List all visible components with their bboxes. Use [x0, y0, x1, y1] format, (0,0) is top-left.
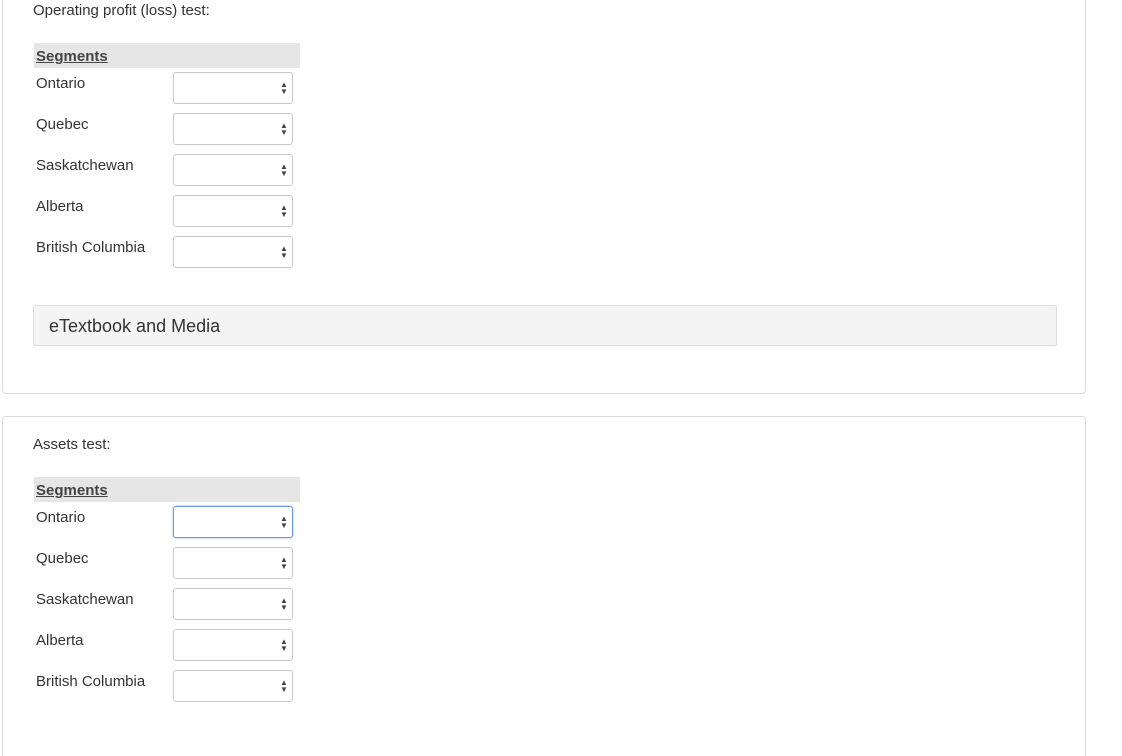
up-down-caret-icon: ▲ ▼ — [280, 678, 288, 694]
segment-select-ontario[interactable]: ▲ ▼ — [173, 72, 293, 104]
up-down-caret-icon: ▲ ▼ — [280, 596, 288, 612]
up-down-caret-icon: ▲ ▼ — [280, 121, 288, 137]
segment-label: Alberta — [36, 198, 84, 215]
assets-segments-table: Segments Ontario ▲ ▼ Quebec ▲ ▼ Saskatchew… — [34, 477, 300, 707]
segment-row-british-columbia: British Columbia ▲ ▼ — [34, 666, 300, 707]
segment-row-quebec: Quebec ▲ ▼ — [34, 109, 300, 150]
up-down-caret-icon: ▲ ▼ — [280, 555, 288, 571]
segment-select-british-columbia[interactable]: ▲ ▼ — [173, 236, 293, 268]
segments-header-label: Segments — [36, 48, 108, 65]
assets-test-panel: Assets test: Segments Ontario ▲ ▼ Quebec … — [2, 416, 1086, 756]
segment-label: Quebec — [36, 550, 89, 567]
assets-test-title: Assets test: — [33, 436, 111, 453]
segment-row-saskatchewan: Saskatchewan ▲ ▼ — [34, 150, 300, 191]
segment-row-alberta: Alberta ▲ ▼ — [34, 191, 300, 232]
segment-label: Saskatchewan — [36, 157, 134, 174]
segment-select-quebec[interactable]: ▲ ▼ — [173, 547, 293, 579]
up-down-caret-icon: ▲ ▼ — [280, 80, 288, 96]
up-down-caret-icon: ▲ ▼ — [280, 514, 288, 530]
segment-row-saskatchewan: Saskatchewan ▲ ▼ — [34, 584, 300, 625]
segment-label: Saskatchewan — [36, 591, 134, 608]
operating-test-title: Operating profit (loss) test: — [33, 2, 210, 19]
up-down-caret-icon: ▲ ▼ — [280, 203, 288, 219]
etextbook-media-label: eTextbook and Media — [49, 316, 221, 336]
up-down-caret-icon: ▲ ▼ — [280, 162, 288, 178]
segment-select-british-columbia[interactable]: ▲ ▼ — [173, 670, 293, 702]
etextbook-media-bar[interactable]: eTextbook and Media — [33, 305, 1057, 346]
segment-label: British Columbia — [36, 239, 146, 256]
segments-header-label: Segments — [36, 482, 108, 499]
segment-label: Quebec — [36, 116, 89, 133]
segments-header: Segments — [34, 477, 300, 502]
operating-test-panel: Operating profit (loss) test: Segments O… — [2, 0, 1086, 394]
segment-select-alberta[interactable]: ▲ ▼ — [173, 629, 293, 661]
segment-row-ontario: Ontario ▲ ▼ — [34, 502, 300, 543]
segment-row-alberta: Alberta ▲ ▼ — [34, 625, 300, 666]
segment-label: Alberta — [36, 632, 84, 649]
segments-header: Segments — [34, 43, 300, 68]
up-down-caret-icon: ▲ ▼ — [280, 637, 288, 653]
segment-label: British Columbia — [36, 673, 146, 690]
segment-row-british-columbia: British Columbia ▲ ▼ — [34, 232, 300, 273]
segment-label: Ontario — [36, 509, 86, 526]
segment-select-alberta[interactable]: ▲ ▼ — [173, 195, 293, 227]
segment-select-saskatchewan[interactable]: ▲ ▼ — [173, 588, 293, 620]
operating-segments-table: Segments Ontario ▲ ▼ Quebec ▲ ▼ Saskatchew… — [34, 43, 300, 273]
segment-select-saskatchewan[interactable]: ▲ ▼ — [173, 154, 293, 186]
segment-select-ontario[interactable]: ▲ ▼ — [173, 506, 293, 538]
segment-label: Ontario — [36, 75, 86, 92]
segment-select-quebec[interactable]: ▲ ▼ — [173, 113, 293, 145]
up-down-caret-icon: ▲ ▼ — [280, 244, 288, 260]
segment-row-ontario: Ontario ▲ ▼ — [34, 68, 300, 109]
segment-row-quebec: Quebec ▲ ▼ — [34, 543, 300, 584]
